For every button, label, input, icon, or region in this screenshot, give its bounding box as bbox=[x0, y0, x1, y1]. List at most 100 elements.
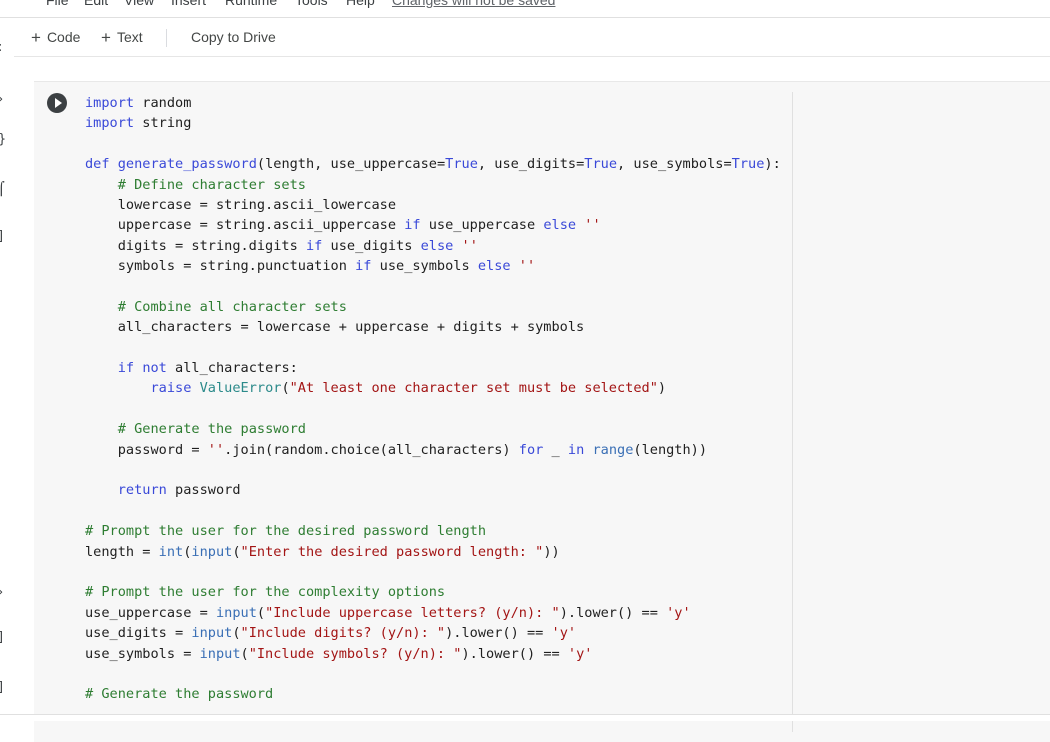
code-token: not bbox=[142, 360, 167, 377]
rail-code-icon[interactable]: } bbox=[0, 132, 6, 147]
code-token: True bbox=[584, 156, 618, 173]
code-token: use_digits bbox=[322, 237, 421, 254]
code-line: ​ bbox=[85, 460, 781, 480]
code-token: # Prompt the user for the complexity opt… bbox=[85, 584, 446, 601]
code-token: else bbox=[543, 217, 577, 234]
code-line: # Generate the password bbox=[85, 684, 781, 704]
add-code-button[interactable]: + Code bbox=[31, 26, 80, 48]
code-token: "Include digits? (y/n): " bbox=[240, 625, 446, 642]
unsaved-changes-link[interactable]: Changes will not be saved bbox=[392, 0, 555, 8]
code-token: _ bbox=[543, 441, 568, 458]
code-token: use_symbols = bbox=[85, 645, 200, 662]
code-token: use_digits = bbox=[85, 625, 192, 642]
code-token: # Generate the password bbox=[85, 686, 274, 703]
code-token: password = bbox=[85, 441, 208, 458]
code-line: def generate_password(length, use_upperc… bbox=[85, 154, 781, 174]
code-token: # Prompt the user for the desired passwo… bbox=[85, 523, 487, 540]
code-token: # Combine all character sets bbox=[117, 298, 347, 315]
code-token: range bbox=[592, 441, 634, 458]
code-token: 'y' bbox=[551, 625, 577, 642]
code-editor[interactable]: import random import string ​ def generate_… bbox=[80, 82, 1050, 742]
menu-edit[interactable]: Edit bbox=[84, 0, 108, 8]
code-token: return bbox=[117, 482, 167, 499]
code-line: # Combine all character sets bbox=[85, 297, 781, 317]
code-token: ) bbox=[657, 380, 667, 397]
code-token: # Generate the password bbox=[117, 421, 306, 438]
menu-view[interactable]: View bbox=[124, 0, 154, 8]
code-line: symbols = string.punctuation if use_symb… bbox=[85, 256, 781, 276]
code-token: def bbox=[85, 156, 110, 173]
code-token: )) bbox=[543, 543, 560, 560]
rail-command-palette-icon[interactable]: ] bbox=[0, 630, 3, 645]
code-token: "Include uppercase letters? (y/n): " bbox=[265, 604, 560, 621]
code-token: '' bbox=[461, 237, 478, 254]
rail-menu-icon[interactable]: : bbox=[0, 40, 2, 55]
code-token: ( bbox=[232, 625, 241, 642]
code-line: length = int(input("Enter the desired pa… bbox=[85, 542, 781, 562]
code-token: True bbox=[445, 156, 478, 173]
code-token: raise bbox=[150, 380, 192, 397]
plus-icon: + bbox=[31, 28, 41, 47]
code-line: lowercase = string.ascii_lowercase bbox=[85, 195, 781, 215]
code-token: .join(random.choice(all_characters) bbox=[224, 441, 519, 458]
code-token: all_characters = lowercase + uppercase +… bbox=[85, 319, 585, 336]
code-token: ).lower() == bbox=[445, 625, 552, 642]
code-token: digits = string.digits bbox=[85, 237, 306, 254]
code-line: use_symbols = input("Include symbols? (y… bbox=[85, 644, 781, 664]
code-token: ( bbox=[281, 380, 290, 397]
menu-bar: File Edit View Insert Runtime Tools Help… bbox=[0, 0, 1050, 12]
add-code-label: Code bbox=[46, 29, 81, 45]
code-token: ).lower() == bbox=[461, 645, 568, 662]
plus-icon: + bbox=[101, 28, 111, 47]
rail-key-icon[interactable]: ⌠ bbox=[0, 182, 5, 197]
code-token: (length, use_uppercase bbox=[256, 156, 437, 173]
editor-ruler bbox=[792, 92, 793, 732]
code-token: ( bbox=[240, 645, 249, 662]
rail-terminal-icon[interactable]: ] bbox=[0, 680, 3, 695]
code-line: use_digits = input("Include digits? (y/n… bbox=[85, 623, 781, 643]
code-cell[interactable]: import random import string ​ def generate_… bbox=[34, 81, 1050, 742]
code-token: if bbox=[355, 258, 372, 275]
code-token: input bbox=[191, 543, 233, 560]
code-token: use_uppercase bbox=[420, 217, 544, 234]
menu-help[interactable]: Help bbox=[346, 0, 375, 8]
code-token: ValueError bbox=[199, 380, 282, 397]
code-token: 'y' bbox=[666, 604, 691, 621]
menu-tools[interactable]: Tools bbox=[295, 0, 328, 8]
code-line: # Prompt the user for the desired passwo… bbox=[85, 521, 781, 541]
notebook-toolbar: + Code + Text Copy to Drive bbox=[0, 18, 1050, 56]
code-line: use_uppercase = input("Include uppercase… bbox=[85, 603, 781, 623]
code-token: ).lower() == bbox=[559, 604, 667, 621]
code-token: "Include symbols? (y/n): " bbox=[248, 645, 462, 662]
rail-folder-icon[interactable]: ] bbox=[0, 229, 3, 244]
code-line: ​ bbox=[85, 277, 781, 297]
code-line: uppercase = string.ascii_uppercase if us… bbox=[85, 215, 781, 235]
menu-file[interactable]: File bbox=[46, 0, 69, 8]
code-token: (length)) bbox=[633, 441, 708, 458]
menu-insert[interactable]: Insert bbox=[171, 0, 206, 8]
cell-gutter bbox=[34, 82, 80, 742]
code-line: import string bbox=[85, 113, 781, 133]
code-line: all_characters = lowercase + uppercase +… bbox=[85, 317, 781, 337]
code-token: random bbox=[134, 95, 192, 111]
code-token: = bbox=[436, 156, 446, 173]
code-token: in bbox=[567, 441, 585, 458]
run-cell-button[interactable] bbox=[47, 93, 67, 113]
code-token: uppercase = string.ascii_uppercase bbox=[85, 217, 405, 234]
code-token: import bbox=[85, 95, 135, 111]
add-text-button[interactable]: + Text bbox=[101, 26, 143, 48]
code-token: 'y' bbox=[567, 645, 593, 662]
rail-toc-icon[interactable]: › bbox=[0, 92, 3, 107]
menu-runtime[interactable]: Runtime bbox=[225, 0, 277, 8]
copy-to-drive-button[interactable]: Copy to Drive bbox=[191, 26, 276, 48]
code-token: '' bbox=[584, 217, 601, 234]
code-token: else bbox=[420, 237, 454, 254]
rail-code-snippets-icon[interactable]: › bbox=[0, 585, 3, 600]
code-token: '' bbox=[207, 441, 225, 458]
